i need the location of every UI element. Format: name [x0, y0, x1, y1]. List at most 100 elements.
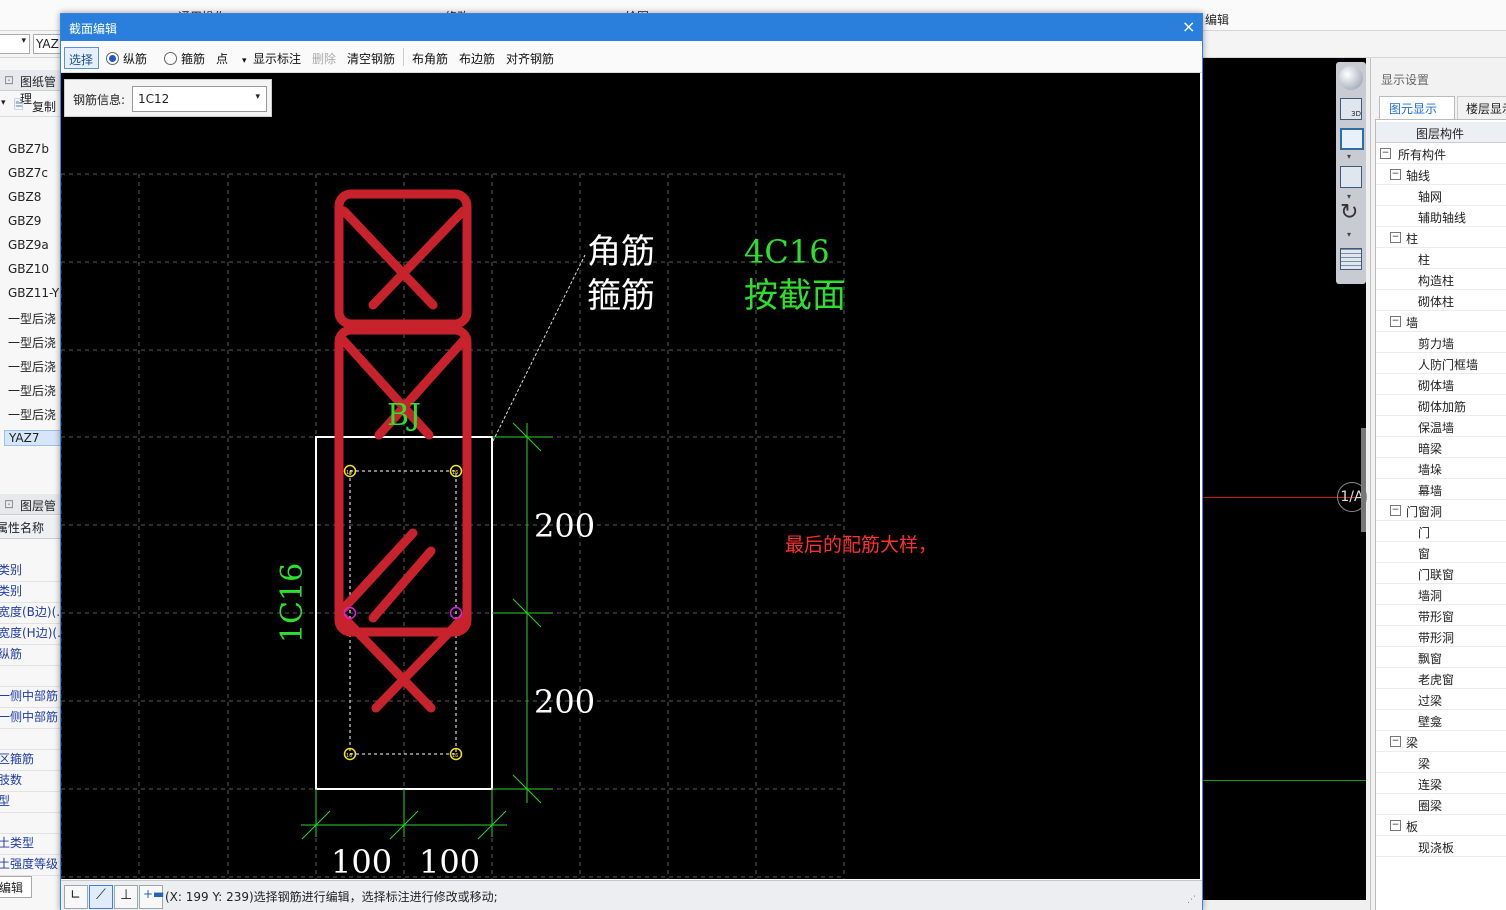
- rotate-icon[interactable]: ↻: [1340, 202, 1358, 224]
- ribbon-tab-edit[interactable]: 编辑: [1205, 11, 1229, 28]
- tree-item[interactable]: 辅助轴线: [1376, 206, 1506, 227]
- collapse-icon[interactable]: −: [1390, 169, 1401, 180]
- angle-mode-icon[interactable]: ⟋: [89, 885, 113, 909]
- stirrup-radio[interactable]: 箍筋: [164, 50, 205, 67]
- corner-rebar-button[interactable]: 布角筋: [412, 50, 448, 67]
- property-row[interactable]: [0, 666, 62, 687]
- section-canvas[interactable]: 16 16 16 16 角筋 箍筋 4C16 按截面 BJ 1C16 200 2…: [61, 73, 1200, 879]
- tree-item[interactable]: − 所有构件: [1376, 143, 1506, 164]
- rebar-point[interactable]: 16: [449, 464, 463, 478]
- rebar-info-input[interactable]: 1C12 ▾: [132, 86, 267, 112]
- clear-rebar-button[interactable]: 清空钢筋: [347, 50, 395, 67]
- property-row[interactable]: [0, 813, 62, 834]
- edge-rebar-button[interactable]: 布边筋: [459, 50, 495, 67]
- canvas-scrollbar[interactable]: [1361, 428, 1366, 532]
- property-row[interactable]: 宽度(B边)(...: [0, 603, 62, 624]
- globe-icon[interactable]: [1339, 66, 1363, 90]
- side-rebar-label[interactable]: 1C16: [275, 563, 310, 643]
- copy-button[interactable]: 复制: [32, 98, 56, 115]
- tree-item[interactable]: − 柱: [1376, 227, 1506, 248]
- component-list-item[interactable]: GBZ7c: [8, 166, 48, 180]
- perpendicular-icon[interactable]: ⊥: [114, 885, 138, 909]
- cube-view-icon[interactable]: [1340, 166, 1362, 188]
- tree-item[interactable]: 暗梁: [1376, 437, 1506, 458]
- tree-item[interactable]: 门联窗: [1376, 563, 1506, 584]
- corner-rebar-value[interactable]: 4C16: [744, 233, 830, 271]
- component-list-item[interactable]: GBZ8: [8, 190, 41, 204]
- tree-item[interactable]: 窗: [1376, 542, 1506, 563]
- longitudinal-radio[interactable]: 纵筋: [106, 50, 147, 67]
- tree-item[interactable]: 飘窗: [1376, 647, 1506, 668]
- tree-item[interactable]: − 门窗洞: [1376, 500, 1506, 521]
- dialog-titlebar[interactable]: 截面编辑 ×: [61, 14, 1202, 41]
- tree-item[interactable]: 砌体加筋: [1376, 395, 1506, 416]
- tree-item[interactable]: 圈梁: [1376, 794, 1506, 815]
- property-row[interactable]: 宽度(H边)(...: [0, 624, 62, 645]
- tree-item[interactable]: 轴网: [1376, 185, 1506, 206]
- component-list-item[interactable]: GBZ7b: [8, 142, 49, 156]
- chevron-down-icon[interactable]: ▾: [255, 92, 260, 102]
- collapse-icon[interactable]: −: [1390, 736, 1401, 747]
- tree-item[interactable]: 老虎窗: [1376, 668, 1506, 689]
- tree-item[interactable]: 墙洞: [1376, 584, 1506, 605]
- corner-rebar-label[interactable]: 角筋: [587, 232, 655, 272]
- tree-item[interactable]: 墙垛: [1376, 458, 1506, 479]
- dimension-label[interactable]: 200: [534, 507, 595, 545]
- dimension-label[interactable]: 100: [419, 843, 480, 879]
- property-row[interactable]: [0, 729, 62, 750]
- tree-item[interactable]: 带形窗: [1376, 605, 1506, 626]
- tree-item[interactable]: 现浇板: [1376, 836, 1506, 857]
- property-row[interactable]: 类别: [0, 582, 62, 603]
- collapse-icon[interactable]: −: [1390, 316, 1401, 327]
- component-list-item[interactable]: 一型后浇: [8, 334, 56, 351]
- tree-item[interactable]: 剪力墙: [1376, 332, 1506, 353]
- chevron-down-icon[interactable]: ▾: [1347, 230, 1351, 239]
- tab-floor-display[interactable]: 楼层显示: [1457, 96, 1506, 119]
- component-list-item[interactable]: GBZ11-Y: [8, 286, 59, 300]
- tree-item[interactable]: 人防门框墙: [1376, 353, 1506, 374]
- select-button[interactable]: 选择: [64, 47, 99, 69]
- tree-item[interactable]: − 墙: [1376, 311, 1506, 332]
- radio-unchecked-icon[interactable]: [164, 52, 177, 65]
- property-row[interactable]: 土类型: [0, 834, 62, 855]
- collapse-icon[interactable]: −: [1390, 505, 1401, 516]
- radio-checked-icon[interactable]: [106, 52, 119, 65]
- tree-item[interactable]: 砌体柱: [1376, 290, 1506, 311]
- property-row[interactable]: 土强度等级: [0, 855, 62, 876]
- component-list-item[interactable]: GBZ9a: [8, 238, 49, 252]
- property-row[interactable]: 纵筋: [0, 645, 62, 666]
- property-row[interactable]: 区箍筋: [0, 750, 62, 771]
- tree-item[interactable]: 保温墙: [1376, 416, 1506, 437]
- plan-view-icon[interactable]: [1340, 128, 1364, 150]
- property-row[interactable]: 型: [0, 792, 62, 813]
- dimension-label[interactable]: 100: [331, 843, 392, 879]
- grid-view-icon[interactable]: [1340, 248, 1362, 270]
- show-label-button[interactable]: 显示标注: [253, 50, 301, 67]
- collapse-icon[interactable]: −: [1390, 232, 1401, 243]
- tree-item[interactable]: 砌体墙: [1376, 374, 1506, 395]
- component-list-item[interactable]: YAZ7: [4, 430, 62, 446]
- property-row[interactable]: 肢数: [0, 771, 62, 792]
- collapse-icon[interactable]: −: [1390, 820, 1401, 831]
- tree-item[interactable]: 幕墙: [1376, 479, 1506, 500]
- tree-item[interactable]: 带形洞: [1376, 626, 1506, 647]
- dimension-label[interactable]: 200: [534, 683, 595, 721]
- component-list-item[interactable]: 一型后浇: [8, 382, 56, 399]
- property-row[interactable]: 类别: [0, 561, 62, 582]
- component-list-item[interactable]: GBZ9: [8, 214, 41, 228]
- tree-item[interactable]: − 轴线: [1376, 164, 1506, 185]
- component-list-item[interactable]: 一型后浇: [8, 358, 56, 375]
- tree-item[interactable]: 门: [1376, 521, 1506, 542]
- component-list-item[interactable]: 一型后浇: [8, 406, 56, 423]
- tree-item[interactable]: 过梁: [1376, 689, 1506, 710]
- stirrup-value[interactable]: 按截面: [744, 276, 846, 316]
- rebar-points[interactable]: 16 16 16 16: [343, 464, 463, 761]
- copy-icon[interactable]: 🗎: [14, 96, 24, 117]
- close-icon[interactable]: ×: [1182, 17, 1195, 36]
- floor-combo[interactable]: ▾: [0, 34, 30, 54]
- component-list-item[interactable]: GBZ10: [8, 262, 49, 276]
- tree-item[interactable]: − 梁: [1376, 731, 1506, 752]
- 3d-view-icon[interactable]: 3D: [1340, 98, 1362, 120]
- collapse-icon[interactable]: −: [1380, 148, 1391, 159]
- tree-item[interactable]: 壁龛: [1376, 710, 1506, 731]
